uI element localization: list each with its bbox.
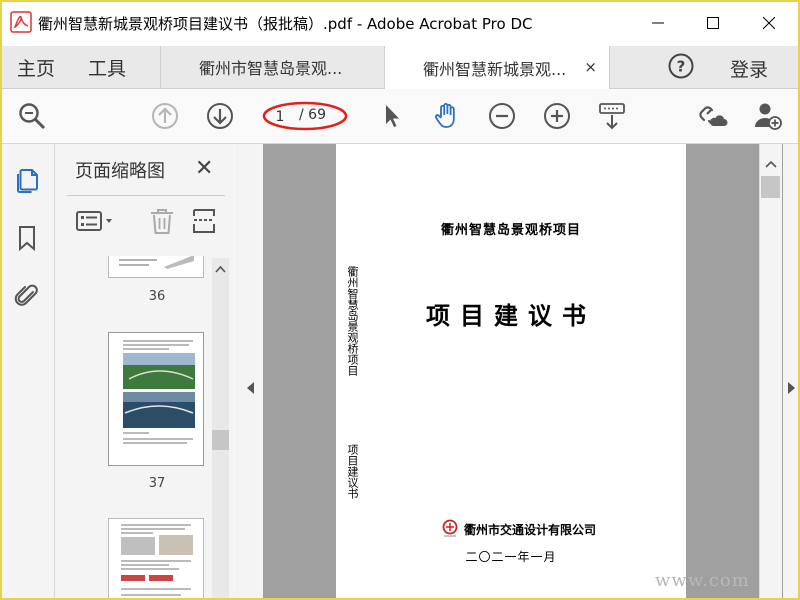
scrollbar-thumb[interactable] <box>761 176 780 198</box>
select-tool-button[interactable] <box>376 100 408 132</box>
left-navigation-rail <box>0 144 55 600</box>
document-tab-1[interactable]: 衢州市智慧岛景观... <box>160 46 385 88</box>
page-thumbnail[interactable] <box>108 332 204 466</box>
document-tab-label: 衢州市智慧岛景观... <box>199 59 343 78</box>
tab-bar: 主页 工具 衢州市智慧岛景观... 衢州智慧新城景观... × ? 登录 <box>0 46 800 89</box>
arrow-down-circle-icon <box>207 103 233 129</box>
page-display-button[interactable] <box>596 100 628 132</box>
spine-text-title: 项目建议书 <box>346 444 359 499</box>
extract-page-button[interactable] <box>191 204 217 238</box>
link-cloud-icon <box>699 106 728 126</box>
help-icon[interactable]: ? <box>667 52 695 80</box>
maximize-icon <box>707 17 719 29</box>
thumbnail-preview <box>121 524 193 596</box>
next-page-button[interactable] <box>204 100 236 132</box>
collapse-left-arrow-icon <box>247 382 254 394</box>
hand-icon <box>434 103 455 128</box>
company-logo <box>442 519 458 537</box>
previous-page-button[interactable] <box>149 100 181 132</box>
page-total: / 69 <box>299 107 326 123</box>
minimize-button[interactable] <box>635 0 681 46</box>
toolbar: / 69 <box>0 89 800 144</box>
scrollbar-thumb[interactable] <box>212 430 229 450</box>
page-thumbnail[interactable] <box>108 518 204 600</box>
window-title: 衢州智慧新城景观桥项目建议书（报批稿）.pdf - Adobe Acrobat … <box>38 15 533 33</box>
document-tab-label: 衢州智慧新城景观... <box>423 59 567 79</box>
login-link[interactable]: 登录 <box>730 55 768 82</box>
thumbnail-scrollbar[interactable] <box>212 258 229 600</box>
page-thumbnails-icon[interactable] <box>13 166 41 194</box>
document-date: 二〇二一年一月 <box>465 550 557 564</box>
cursor-arrow-icon <box>386 105 399 127</box>
list-options-icon <box>76 211 112 231</box>
keyboard-scroll-icon <box>599 103 625 130</box>
tab-close-button[interactable]: × <box>584 58 597 76</box>
zoom-in-icon <box>544 103 570 129</box>
page-thumbnails-panel: 页面缩略图 ✕ 36 37 <box>55 144 237 600</box>
document-tab-2[interactable]: 衢州智慧新城景观... × <box>385 46 610 89</box>
add-user-button[interactable] <box>752 100 784 132</box>
maximize-button[interactable] <box>690 0 736 46</box>
search-icon <box>19 103 46 130</box>
page-thumbnail[interactable] <box>108 256 204 278</box>
panel-close-button[interactable]: ✕ <box>195 156 213 181</box>
delete-page-button[interactable] <box>149 204 175 238</box>
share-link-button[interactable] <box>697 100 729 132</box>
thumbnail-list: 36 37 <box>55 256 215 600</box>
document-scrollbar[interactable] <box>759 144 782 600</box>
spine-text-project: 衢州智慧岛景观桥项目 <box>346 266 359 376</box>
pdf-page: 衢州智慧岛景观桥项目 项目建议书 衢州智慧岛景观桥项目 项目建议书 衢州市交通设… <box>336 144 686 600</box>
bookmark-icon[interactable] <box>13 224 41 252</box>
zoom-in-button[interactable] <box>541 100 573 132</box>
scroll-up-arrow-icon <box>765 160 777 168</box>
thumbnail-preview <box>119 256 194 269</box>
svg-text:?: ? <box>677 58 686 76</box>
add-user-icon <box>755 103 782 130</box>
hand-tool-button[interactable] <box>431 100 463 132</box>
document-subject: 衢州智慧岛景观桥项目 <box>440 223 581 238</box>
expand-right-arrow-icon <box>788 382 795 394</box>
acrobat-app-icon <box>10 11 32 33</box>
thumbnail-page-number: 36 <box>148 289 166 304</box>
collapse-panel-handle[interactable] <box>238 144 263 600</box>
right-pane-handle[interactable] <box>783 144 800 600</box>
minimize-icon <box>652 22 664 24</box>
panel-divider <box>67 195 225 196</box>
trash-icon <box>151 209 173 234</box>
zoom-out-button[interactable] <box>486 100 518 132</box>
thumbnail-page-number: 37 <box>148 476 166 491</box>
attachment-paperclip-icon[interactable] <box>13 282 41 310</box>
close-icon <box>763 17 775 29</box>
scroll-up-arrow-icon <box>215 265 226 273</box>
thumbnail-options-button[interactable] <box>75 204 117 238</box>
nav-tools[interactable]: 工具 <box>88 54 126 81</box>
arrow-up-circle-icon <box>152 103 178 129</box>
thumbnail-preview <box>123 340 195 444</box>
page-number-input[interactable] <box>266 106 294 128</box>
close-button[interactable] <box>746 0 792 46</box>
zoom-out-icon <box>489 103 515 129</box>
search-button[interactable] <box>16 100 48 132</box>
nav-home[interactable]: 主页 <box>17 54 55 81</box>
document-title: 项目建议书 <box>426 302 596 330</box>
panel-title: 页面缩略图 <box>75 161 165 182</box>
watermark: www.com <box>655 570 750 591</box>
page-split-icon <box>193 209 215 233</box>
company-name: 衢州市交通设计有限公司 <box>464 523 597 537</box>
title-bar: 衢州智慧新城景观桥项目建议书（报批稿）.pdf - Adobe Acrobat … <box>0 0 800 46</box>
